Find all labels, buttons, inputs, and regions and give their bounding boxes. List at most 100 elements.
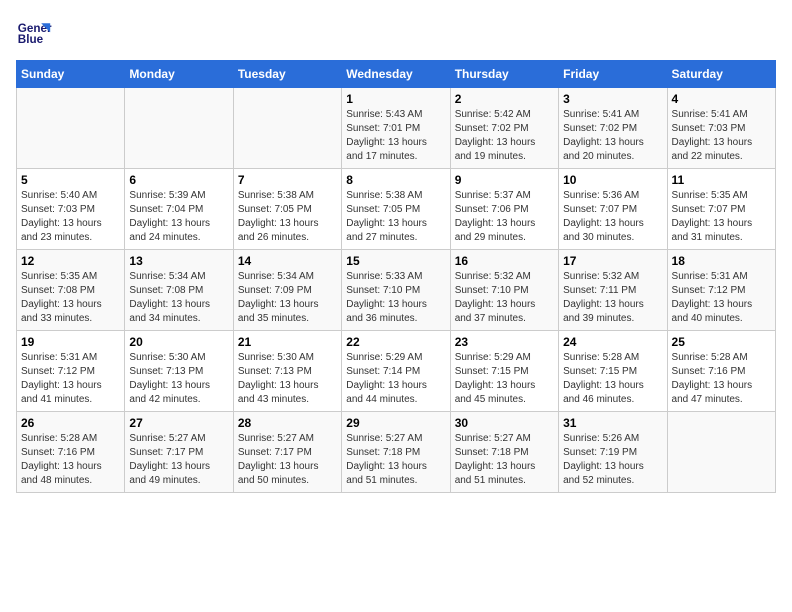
calendar-table: SundayMondayTuesdayWednesdayThursdayFrid… (16, 60, 776, 493)
day-info: Sunrise: 5:35 AM Sunset: 7:08 PM Dayligh… (21, 270, 120, 326)
day-number: 18 (672, 254, 771, 268)
day-number: 9 (455, 173, 554, 187)
calendar-cell (233, 88, 341, 169)
header-row: SundayMondayTuesdayWednesdayThursdayFrid… (17, 61, 776, 88)
calendar-cell: 23Sunrise: 5:29 AM Sunset: 7:15 PM Dayli… (450, 331, 558, 412)
day-number: 31 (563, 416, 662, 430)
calendar-cell: 22 Sunrise: 5:29 AM Sunset: 7:14 PM Dayli… (342, 331, 450, 412)
day-number: 8 (346, 173, 445, 187)
column-header-sunday: Sunday (17, 61, 125, 88)
day-info: Sunrise: 5:37 AM Sunset: 7:06 PM Dayligh… (455, 189, 554, 245)
day-info: Sunrise: 5:30 AM Sunset: 7:13 PM Dayligh… (238, 351, 337, 407)
day-info: Sunrise: 5:34 AM Sunset: 7:08 PM Dayligh… (129, 270, 228, 326)
calendar-cell: 1 Sunrise: 5:43 AM Sunset: 7:01 PM Daylig… (342, 88, 450, 169)
day-info: Sunrise: 5:32 AM Sunset: 7:10 PM Dayligh… (455, 270, 554, 326)
day-info: Sunrise: 5:35 AM Sunset: 7:07 PM Dayligh… (672, 189, 771, 245)
week-row-1: 1 Sunrise: 5:43 AM Sunset: 7:01 PM Daylig… (17, 88, 776, 169)
calendar-cell: 10Sunrise: 5:36 AM Sunset: 7:07 PM Dayli… (559, 169, 667, 250)
day-info: Sunrise: 5:27 AM Sunset: 7:17 PM Dayligh… (238, 432, 337, 488)
calendar-cell: 9 Sunrise: 5:37 AM Sunset: 7:06 PM Daylig… (450, 169, 558, 250)
calendar-cell (125, 88, 233, 169)
day-number: 27 (129, 416, 228, 430)
column-header-wednesday: Wednesday (342, 61, 450, 88)
calendar-cell: 18 Sunrise: 5:31 AM Sunset: 7:12 PM Dayli… (667, 250, 775, 331)
day-number: 22 (346, 335, 445, 349)
calendar-cell: 17 Sunrise: 5:32 AM Sunset: 7:11 PM Dayli… (559, 250, 667, 331)
day-number: 30 (455, 416, 554, 430)
day-number: 23 (455, 335, 554, 349)
day-info: Sunrise: 5:31 AM Sunset: 7:12 PM Dayligh… (21, 351, 120, 407)
calendar-cell: 31 Sunrise: 5:26 AM Sunset: 7:19 PM Dayli… (559, 412, 667, 493)
day-number: 3 (563, 92, 662, 106)
day-number: 7 (238, 173, 337, 187)
day-info: Sunrise: 5:34 AM Sunset: 7:09 PM Dayligh… (238, 270, 337, 326)
day-info: Sunrise: 5:32 AM Sunset: 7:11 PM Dayligh… (563, 270, 662, 326)
calendar-cell: 5 Sunrise: 5:40 AM Sunset: 7:03 PM Daylig… (17, 169, 125, 250)
day-number: 16 (455, 254, 554, 268)
day-info: Sunrise: 5:40 AM Sunset: 7:03 PM Dayligh… (21, 189, 120, 245)
calendar-cell: 14 Sunrise: 5:34 AM Sunset: 7:09 PM Dayli… (233, 250, 341, 331)
day-number: 14 (238, 254, 337, 268)
calendar-cell: 26 Sunrise: 5:28 AM Sunset: 7:16 PM Dayli… (17, 412, 125, 493)
day-info: Sunrise: 5:26 AM Sunset: 7:19 PM Dayligh… (563, 432, 662, 488)
calendar-cell: 4 Sunrise: 5:41 AM Sunset: 7:03 PM Daylig… (667, 88, 775, 169)
day-number: 13 (129, 254, 228, 268)
week-row-3: 12 Sunrise: 5:35 AM Sunset: 7:08 PM Dayli… (17, 250, 776, 331)
day-number: 12 (21, 254, 120, 268)
calendar-cell: 25 Sunrise: 5:28 AM Sunset: 7:16 PM Dayli… (667, 331, 775, 412)
calendar-cell (667, 412, 775, 493)
day-info: Sunrise: 5:29 AM Sunset: 7:14 PM Dayligh… (346, 351, 445, 407)
column-header-friday: Friday (559, 61, 667, 88)
calendar-cell: 27 Sunrise: 5:27 AM Sunset: 7:17 PM Dayli… (125, 412, 233, 493)
day-info: Sunrise: 5:41 AM Sunset: 7:03 PM Dayligh… (672, 108, 771, 164)
day-info: Sunrise: 5:27 AM Sunset: 7:17 PM Dayligh… (129, 432, 228, 488)
day-info: Sunrise: 5:31 AM Sunset: 7:12 PM Dayligh… (672, 270, 771, 326)
day-info: Sunrise: 5:27 AM Sunset: 7:18 PM Dayligh… (455, 432, 554, 488)
day-number: 19 (21, 335, 120, 349)
day-info: Sunrise: 5:28 AM Sunset: 7:16 PM Dayligh… (672, 351, 771, 407)
day-number: 21 (238, 335, 337, 349)
calendar-cell: 16 Sunrise: 5:32 AM Sunset: 7:10 PM Dayli… (450, 250, 558, 331)
week-row-5: 26 Sunrise: 5:28 AM Sunset: 7:16 PM Dayli… (17, 412, 776, 493)
calendar-cell: 12 Sunrise: 5:35 AM Sunset: 7:08 PM Dayli… (17, 250, 125, 331)
day-info: Sunrise: 5:36 AM Sunset: 7:07 PM Dayligh… (563, 189, 662, 245)
week-row-2: 5 Sunrise: 5:40 AM Sunset: 7:03 PM Daylig… (17, 169, 776, 250)
day-info: Sunrise: 5:28 AM Sunset: 7:16 PM Dayligh… (21, 432, 120, 488)
day-number: 11 (672, 173, 771, 187)
day-number: 26 (21, 416, 120, 430)
column-header-thursday: Thursday (450, 61, 558, 88)
day-info: Sunrise: 5:43 AM Sunset: 7:01 PM Dayligh… (346, 108, 445, 164)
day-number: 17 (563, 254, 662, 268)
day-info: Sunrise: 5:38 AM Sunset: 7:05 PM Dayligh… (238, 189, 337, 245)
calendar-cell: 2Sunrise: 5:42 AM Sunset: 7:02 PM Daylig… (450, 88, 558, 169)
day-info: Sunrise: 5:28 AM Sunset: 7:15 PM Dayligh… (563, 351, 662, 407)
column-header-monday: Monday (125, 61, 233, 88)
day-number: 5 (21, 173, 120, 187)
calendar-cell: 11 Sunrise: 5:35 AM Sunset: 7:07 PM Dayli… (667, 169, 775, 250)
calendar-cell: 15 Sunrise: 5:33 AM Sunset: 7:10 PM Dayli… (342, 250, 450, 331)
calendar-cell: 21 Sunrise: 5:30 AM Sunset: 7:13 PM Dayli… (233, 331, 341, 412)
day-number: 29 (346, 416, 445, 430)
logo-icon: General Blue (16, 16, 52, 52)
day-number: 24 (563, 335, 662, 349)
calendar-cell (17, 88, 125, 169)
calendar-cell: 7 Sunrise: 5:38 AM Sunset: 7:05 PM Daylig… (233, 169, 341, 250)
calendar-cell: 6Sunrise: 5:39 AM Sunset: 7:04 PM Daylig… (125, 169, 233, 250)
day-number: 15 (346, 254, 445, 268)
day-info: Sunrise: 5:38 AM Sunset: 7:05 PM Dayligh… (346, 189, 445, 245)
day-number: 1 (346, 92, 445, 106)
logo: General Blue (16, 16, 52, 52)
day-info: Sunrise: 5:30 AM Sunset: 7:13 PM Dayligh… (129, 351, 228, 407)
day-number: 20 (129, 335, 228, 349)
week-row-4: 19 Sunrise: 5:31 AM Sunset: 7:12 PM Dayli… (17, 331, 776, 412)
calendar-cell: 24 Sunrise: 5:28 AM Sunset: 7:15 PM Dayli… (559, 331, 667, 412)
day-number: 25 (672, 335, 771, 349)
calendar-cell: 30 Sunrise: 5:27 AM Sunset: 7:18 PM Dayli… (450, 412, 558, 493)
day-info: Sunrise: 5:33 AM Sunset: 7:10 PM Dayligh… (346, 270, 445, 326)
day-number: 4 (672, 92, 771, 106)
calendar-cell: 13 Sunrise: 5:34 AM Sunset: 7:08 PM Dayli… (125, 250, 233, 331)
day-number: 2 (455, 92, 554, 106)
calendar-cell: 8 Sunrise: 5:38 AM Sunset: 7:05 PM Daylig… (342, 169, 450, 250)
calendar-cell: 29Sunrise: 5:27 AM Sunset: 7:18 PM Dayli… (342, 412, 450, 493)
day-number: 6 (129, 173, 228, 187)
